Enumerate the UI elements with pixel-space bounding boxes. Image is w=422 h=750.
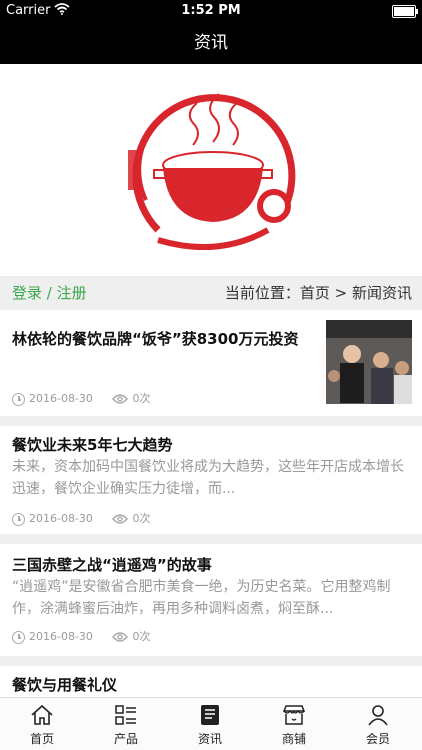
article-date: 2016-08-30 <box>29 392 93 405</box>
article-views: 0次 <box>132 512 151 525</box>
divider <box>0 416 422 426</box>
article-views: 0次 <box>132 392 151 405</box>
list-item[interactable]: 餐饮与用餐礼仪 <box>0 666 422 698</box>
grid-list-icon <box>115 705 136 725</box>
article-title: 餐饮与用餐礼仪 <box>12 676 118 694</box>
tab-label: 资讯 <box>197 732 222 746</box>
article-title: 三国赤壁之战“逍遥鸡”的故事 <box>12 556 212 574</box>
breadcrumb: 当前位置：首页 > 新闻资讯 <box>224 284 412 302</box>
tab-label: 产品 <box>113 732 138 746</box>
list-item[interactable]: 林依轮的餐饮品牌“饭爷”获8300万元投资 2016-08-30 0次 <box>0 310 422 416</box>
tab-label: 首页 <box>29 732 54 746</box>
tab-stores[interactable]: 商铺 <box>252 698 336 750</box>
battery-icon <box>392 5 418 18</box>
tab-label: 会员 <box>365 732 390 746</box>
tab-products[interactable]: 产品 <box>84 698 168 750</box>
eye-icon <box>112 394 129 404</box>
page-title: 资讯 <box>194 33 228 53</box>
home-icon <box>31 704 53 725</box>
status-bar: Carrier 1:52 PM <box>0 0 422 22</box>
article-date: 2016-08-30 <box>29 512 93 525</box>
article-summary: “逍遥鸡”是安徽省合肥市美食一绝，为历史名菜。它用整鸡制作，涂满蜂蜜后油炸，再用… <box>12 579 391 617</box>
article-date: 2016-08-30 <box>29 630 93 643</box>
breadcrumb-bar: 登录 / 注册 当前位置：首页 > 新闻资讯 <box>0 276 422 310</box>
nav-bar: 资讯 <box>0 22 422 64</box>
divider <box>0 534 422 544</box>
clock-time: 1:52 PM <box>181 3 241 18</box>
clock-icon <box>12 392 25 406</box>
article-summary: 未来，资本加码中国餐饮业将成为大趋势，这些年开店成本增长迅速，餐饮企业确实压力徒… <box>12 459 404 497</box>
article-thumbnail <box>326 320 412 404</box>
tab-member[interactable]: 会员 <box>336 698 420 750</box>
tab-label: 商铺 <box>281 732 306 746</box>
eye-icon <box>112 514 129 524</box>
article-meta: 2016-08-30 0次 <box>12 510 150 526</box>
article-meta: 2016-08-30 0次 <box>12 390 150 406</box>
clock-icon <box>12 512 25 526</box>
banner <box>0 64 422 276</box>
article-meta: 2016-08-30 0次 <box>12 628 150 644</box>
list-item[interactable]: 餐饮业未来5年七大趋势 未来，资本加码中国餐饮业将成为大趋势，这些年开店成本增长… <box>0 426 422 534</box>
tab-bar: 首页 产品 资讯 商铺 会员 <box>0 697 422 750</box>
clock-icon <box>12 630 25 644</box>
article-title: 林依轮的餐饮品牌“饭爷”获8300万元投资 <box>12 330 299 348</box>
divider <box>0 656 422 666</box>
tab-home[interactable]: 首页 <box>0 698 84 750</box>
tab-news[interactable]: 资讯 <box>168 698 252 750</box>
login-register-link[interactable]: 登录 / 注册 <box>12 276 87 310</box>
news-icon <box>201 705 219 725</box>
store-icon <box>282 705 306 725</box>
eye-icon <box>112 632 129 642</box>
person-icon <box>368 705 388 726</box>
brand-logo <box>128 93 296 251</box>
article-title: 餐饮业未来5年七大趋势 <box>12 436 173 454</box>
article-views: 0次 <box>132 630 151 643</box>
list-item[interactable]: 三国赤壁之战“逍遥鸡”的故事 “逍遥鸡”是安徽省合肥市美食一绝，为历史名菜。它用… <box>0 544 422 656</box>
